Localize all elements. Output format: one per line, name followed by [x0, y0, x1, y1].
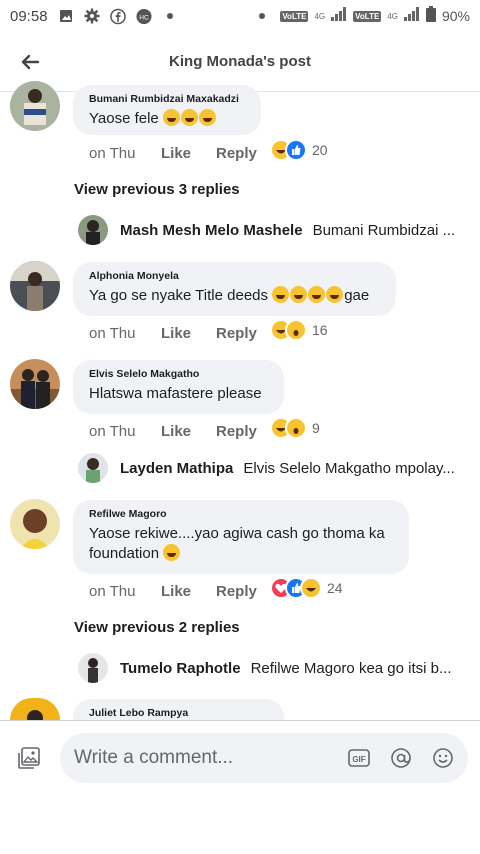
- battery-icon: [425, 6, 436, 26]
- like-reaction-icon: [285, 139, 307, 161]
- reply-author[interactable]: Mash Mesh Melo Mashele: [120, 222, 303, 239]
- comment-author[interactable]: Alphonia Monyela: [89, 270, 380, 282]
- reaction-count: 24: [327, 580, 343, 596]
- like-button[interactable]: Like: [161, 325, 216, 342]
- mention-icon[interactable]: [390, 747, 412, 769]
- emoji-icon[interactable]: [432, 747, 454, 769]
- laughing-emoji-icon: [308, 286, 326, 303]
- avatar[interactable]: [10, 359, 60, 409]
- svg-text:GIF: GIF: [352, 755, 365, 764]
- avatar[interactable]: [78, 653, 108, 683]
- page-title: King Monada's post: [169, 53, 311, 70]
- reply-author[interactable]: Layden Mathipa: [120, 460, 233, 477]
- wow-reaction-icon: [285, 417, 307, 439]
- reaction-count: 9: [312, 420, 320, 436]
- avatar[interactable]: [10, 499, 60, 549]
- status-bar: 09:58 HC VoLTE 4G VoLTE 4G 90%: [0, 0, 480, 32]
- comment-author[interactable]: Elvis Selelo Makgatho: [89, 368, 268, 380]
- comment-author[interactable]: Bumani Rumbidzai Maxakadzi: [89, 93, 245, 105]
- settings-gear-icon: [84, 8, 100, 24]
- comment-time: on Thu: [89, 423, 136, 440]
- comment-bubble[interactable]: Alphonia Monyela Ya go se nyake Title de…: [73, 262, 396, 316]
- comment-bubble[interactable]: Refilwe Magoro Yaose rekiwe....yao agiwa…: [73, 500, 409, 574]
- like-button[interactable]: Like: [161, 145, 216, 162]
- laughing-emoji-icon: [272, 286, 290, 303]
- comment-text: Ya go se nyake Title deeds gae: [89, 286, 370, 304]
- signal-icon-2: [403, 7, 420, 25]
- facebook-icon: [109, 8, 126, 24]
- comment-bubble[interactable]: Bumani Rumbidzai Maxakadzi Yaose fele: [73, 85, 261, 135]
- comment-time: on Thu: [89, 583, 136, 600]
- comment-text: Yaose rekiwe....yao agiwa cash go thoma …: [89, 525, 385, 562]
- avatar[interactable]: [10, 81, 60, 131]
- photo-attach-icon[interactable]: [18, 747, 40, 769]
- comment-actions: on Thu Like Reply: [89, 145, 257, 162]
- avatar[interactable]: [10, 698, 60, 720]
- battery-percentage: 90%: [441, 8, 470, 24]
- volte-badge: VoLTE: [280, 10, 309, 22]
- notification-dot-icon: [162, 8, 178, 24]
- avatar[interactable]: [78, 453, 108, 483]
- comment-composer: Write a comment... GIF: [0, 720, 480, 854]
- comment-actions: on Thu Like Reply: [89, 325, 257, 342]
- view-previous-replies-link[interactable]: View previous 3 replies: [74, 181, 240, 198]
- reply-author[interactable]: Tumelo Raphotle: [120, 660, 241, 677]
- sunglasses-emoji-icon: [163, 544, 181, 561]
- avatar[interactable]: [78, 215, 108, 245]
- laughing-emoji-icon: [180, 109, 198, 126]
- reply-text: Elvis Selelo Makgatho mpolay...: [243, 459, 455, 477]
- view-previous-replies-link[interactable]: View previous 2 replies: [74, 619, 240, 636]
- wow-reaction-icon: [285, 319, 307, 341]
- reaction-summary[interactable]: 20: [270, 139, 328, 161]
- reply-preview[interactable]: Layden Mathipa Elvis Selelo Makgatho mpo…: [78, 453, 458, 483]
- back-arrow-icon[interactable]: [18, 50, 42, 74]
- laughing-emoji-icon: [198, 109, 216, 126]
- comment-text: Yaose fele: [89, 109, 217, 127]
- comment-time: on Thu: [89, 325, 136, 342]
- comment-bubble[interactable]: Juliet Lebo Rampya: [73, 699, 284, 720]
- like-button[interactable]: Like: [161, 423, 216, 440]
- gallery-icon: [58, 8, 74, 24]
- volte-badge-2: VoLTE: [353, 10, 382, 22]
- like-button[interactable]: Like: [161, 583, 216, 600]
- reply-text: Bumani Rumbidzai ...: [312, 221, 456, 239]
- status-time: 09:58: [10, 7, 48, 25]
- laughing-emoji-icon: [326, 286, 344, 303]
- reply-button[interactable]: Reply: [216, 583, 257, 600]
- comment-text: Hlatswa mafastere please: [89, 385, 262, 402]
- comment-actions: on Thu Like Reply: [89, 583, 257, 600]
- gif-icon[interactable]: GIF: [348, 747, 370, 769]
- reply-preview[interactable]: Tumelo Raphotle Refilwe Magoro kea go it…: [78, 653, 458, 683]
- comment-author[interactable]: Juliet Lebo Rampya: [89, 707, 268, 719]
- reaction-summary[interactable]: 24: [270, 577, 343, 599]
- reply-preview[interactable]: Mash Mesh Melo Mashele Bumani Rumbidzai …: [78, 215, 458, 245]
- reply-button[interactable]: Reply: [216, 423, 257, 440]
- reaction-count: 20: [312, 142, 328, 158]
- post-header: King Monada's post: [0, 32, 480, 92]
- comment-actions: on Thu Like Reply: [89, 423, 257, 440]
- network-type-2: 4G: [387, 11, 398, 21]
- network-type: 4G: [314, 11, 326, 21]
- comment-author[interactable]: Refilwe Magoro: [89, 508, 393, 520]
- surprised-emoji-icon: [290, 286, 308, 303]
- comment-bubble[interactable]: Elvis Selelo Makgatho Hlatswa mafastere …: [73, 360, 284, 414]
- reply-button[interactable]: Reply: [216, 325, 257, 342]
- signal-icon: [331, 7, 347, 25]
- dot-icon: [254, 8, 270, 24]
- reaction-count: 16: [312, 322, 328, 338]
- app-badge-icon: HC: [136, 8, 152, 24]
- reply-text: Refilwe Magoro kea go itsi b...: [250, 659, 452, 677]
- haha-reaction-icon: [300, 577, 322, 599]
- reaction-summary[interactable]: 9: [270, 417, 320, 439]
- svg-text:HC: HC: [139, 14, 149, 21]
- comment-time: on Thu: [89, 145, 136, 162]
- laughing-emoji-icon: [162, 109, 180, 126]
- avatar[interactable]: [10, 261, 60, 311]
- reply-button[interactable]: Reply: [216, 145, 257, 162]
- reaction-summary[interactable]: 16: [270, 319, 328, 341]
